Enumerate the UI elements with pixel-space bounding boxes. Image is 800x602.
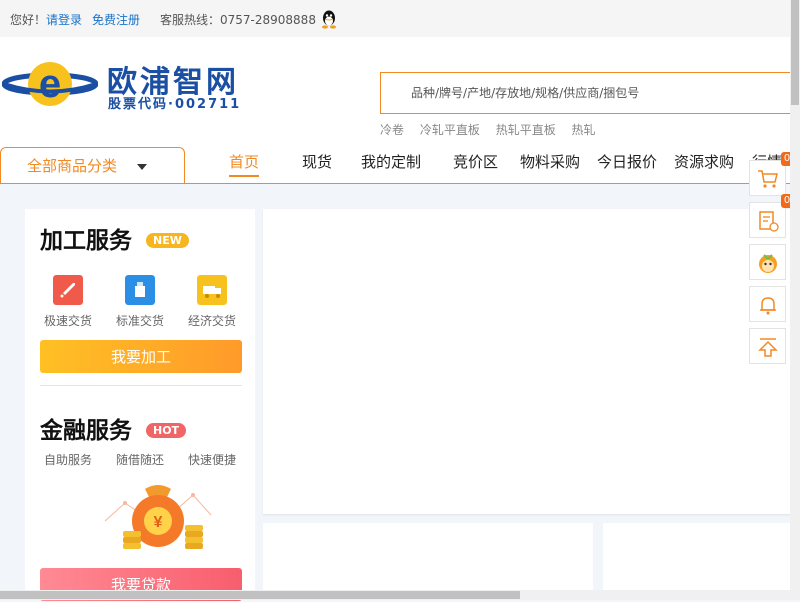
all-categories-dropdown[interactable]: 全部商品分类 xyxy=(0,147,185,183)
greeting-text: 您好！ xyxy=(10,13,47,27)
fast-convenient-label: 快速便捷 xyxy=(188,453,237,467)
search-box[interactable] xyxy=(380,72,800,114)
company-logo[interactable]: e xyxy=(2,57,98,111)
nav-resource-request[interactable]: 资源求购 xyxy=(674,151,734,172)
standard-delivery-label: 标准交货 xyxy=(116,314,165,328)
qq-icon[interactable] xyxy=(320,9,338,29)
cart-button[interactable] xyxy=(749,160,786,196)
customer-service-icon xyxy=(759,254,777,273)
hot-word-link[interactable]: 冷卷 xyxy=(380,123,404,137)
delivery-icon[interactable] xyxy=(125,275,155,305)
processing-button[interactable]: 我要加工 xyxy=(40,340,242,373)
economy-delivery-label: 经济交货 xyxy=(188,314,237,328)
self-service-label: 自助服务 xyxy=(44,453,93,467)
hot-word-link[interactable]: 热轧平直板 xyxy=(496,123,556,137)
back-to-top-button[interactable] xyxy=(749,328,786,364)
orders-button[interactable] xyxy=(749,202,786,238)
stock-code: 股票代码·002711 xyxy=(108,97,242,112)
nav-today-quote[interactable]: 今日报价 xyxy=(597,151,657,172)
service-panel: 加工服务 NEW 极速交货 标准交货 经济交货 我要加工 金融服务 HOT 自助… xyxy=(25,209,255,601)
truck-icon[interactable] xyxy=(197,275,227,305)
header: e 欧浦智网 股票代码·002711 冷卷 冷轧平直板 热轧平直板 热轧 xyxy=(0,37,800,147)
search-input[interactable] xyxy=(381,73,800,113)
hotline-text: 客服热线：0757-28908888 xyxy=(160,13,316,27)
register-link[interactable]: 免费注册 xyxy=(92,11,140,28)
nav-spot[interactable]: 现货 xyxy=(302,151,332,172)
chevron-down-icon xyxy=(137,164,147,170)
vertical-scrollbar-thumb[interactable] xyxy=(791,0,799,105)
hot-search-words: 冷卷 冷轧平直板 热轧平直板 热轧 xyxy=(380,121,608,138)
login-link[interactable]: 请登录 xyxy=(46,11,82,28)
nav-custom[interactable]: 我的定制 xyxy=(361,151,421,172)
notifications-button[interactable] xyxy=(749,286,786,322)
back-to-top-icon xyxy=(758,338,778,357)
main-nav: 全部商品分类 首页 现货 我的定制 竞价区 物料采购 今日报价 资源求购 行情 xyxy=(0,147,790,184)
content-card xyxy=(263,523,593,600)
banner-slider[interactable] xyxy=(263,209,800,514)
svg-text:¥: ¥ xyxy=(154,514,163,531)
top-bar: 您好！ 请登录 免费注册 客服热线：0757-28908888 xyxy=(0,0,790,37)
horizontal-scrollbar-thumb[interactable] xyxy=(0,591,520,599)
cart-icon xyxy=(758,170,778,188)
express-delivery-label: 极速交货 xyxy=(44,314,93,328)
processing-title: 加工服务 xyxy=(40,228,132,254)
finance-title: 金融服务 xyxy=(40,418,132,444)
category-label: 全部商品分类 xyxy=(27,157,118,175)
hot-badge: HOT xyxy=(146,423,187,438)
order-icon xyxy=(759,211,779,232)
borrow-anytime-label: 随借随还 xyxy=(116,453,165,467)
nav-bidding[interactable]: 竞价区 xyxy=(453,151,498,172)
nav-home[interactable]: 首页 xyxy=(229,151,260,177)
bell-icon xyxy=(760,297,776,315)
hot-word-link[interactable]: 热轧 xyxy=(572,123,596,137)
money-bag-icon: ¥ xyxy=(104,485,212,549)
svg-text:e: e xyxy=(39,62,61,106)
hot-word-link[interactable]: 冷轧平直板 xyxy=(420,123,480,137)
new-badge: NEW xyxy=(146,233,189,248)
rocket-icon[interactable] xyxy=(53,275,83,305)
customer-service-button[interactable] xyxy=(749,244,786,280)
nav-procurement[interactable]: 物料采购 xyxy=(520,151,580,172)
content-card xyxy=(603,523,800,600)
divider xyxy=(40,385,242,386)
